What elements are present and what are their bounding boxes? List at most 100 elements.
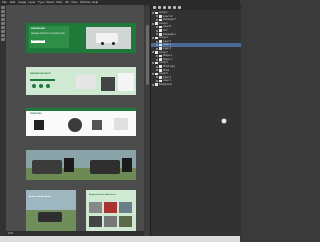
banner-artboard-3[interactable]: FEATURES	[26, 108, 136, 136]
eye-visibility-icon[interactable]	[152, 83, 154, 86]
layer-thumbnail	[155, 83, 158, 86]
layer-thumbnail	[159, 76, 162, 79]
crop-tool-icon[interactable]	[1, 18, 5, 21]
rack-photo	[101, 77, 115, 91]
eraser-tool-icon[interactable]	[1, 26, 5, 29]
layer-row[interactable]: Background	[151, 83, 241, 87]
layer-thumbnail	[155, 11, 158, 15]
new-layer-icon[interactable]	[173, 6, 176, 9]
eye-visibility-icon[interactable]	[156, 54, 158, 57]
eye-visibility-icon[interactable]	[156, 76, 158, 79]
mask-icon[interactable]	[168, 6, 171, 9]
eye-visibility-icon[interactable]	[156, 15, 158, 18]
banner-5-headline: Built to Go Anywhere	[29, 196, 52, 198]
eye-visibility-icon[interactable]	[156, 26, 158, 29]
zoom-tool-icon[interactable]	[1, 38, 5, 41]
layer-thumbnail	[159, 40, 162, 43]
bike-image	[122, 158, 132, 172]
eye-visibility-icon[interactable]	[156, 40, 158, 43]
brush-tool-icon[interactable]	[1, 22, 5, 25]
lasso-tool-icon[interactable]	[1, 14, 5, 17]
gallery-photo	[119, 202, 132, 213]
layer-thumbnail	[155, 36, 158, 40]
layer-thumbnail	[155, 61, 158, 65]
layer-thumbnail	[155, 72, 158, 76]
layer-thumbnail	[155, 51, 158, 54]
fx-icon[interactable]	[163, 6, 166, 9]
eye-visibility-icon[interactable]	[156, 65, 158, 68]
car-image	[96, 33, 118, 43]
car-wheel-icon	[101, 42, 104, 45]
banner-artboard-6[interactable]: Engineered for Adventure	[86, 190, 136, 232]
eye-visibility-icon[interactable]	[156, 33, 158, 36]
eye-visibility-icon[interactable]	[152, 11, 154, 14]
eye-visibility-icon[interactable]	[152, 22, 154, 25]
banner-2-headline: WINDBOUND RACK	[30, 73, 51, 75]
eye-visibility-icon[interactable]	[152, 62, 154, 65]
eye-visibility-icon[interactable]	[156, 18, 158, 21]
banner-1-cta: SHOP NOW	[31, 40, 46, 43]
banner-1-subline: RELIABLE SECURITY FOR EVERY RIDE	[31, 33, 65, 35]
layer-name: Background	[159, 82, 172, 86]
os-taskbar	[0, 236, 240, 242]
banner-artboard-5[interactable]: Built to Go Anywhere	[26, 190, 76, 232]
car-image	[38, 212, 62, 222]
document-canvas[interactable]: WINDBOUND RELIABLE SECURITY FOR EVERY RI…	[6, 5, 144, 236]
filter-icon[interactable]	[153, 6, 156, 9]
layer-thumbnail	[159, 43, 162, 47]
canvas-scrollbar[interactable]	[145, 5, 149, 236]
eye-visibility-icon[interactable]	[152, 72, 154, 75]
layer-thumbnail	[159, 54, 162, 58]
eye-visibility-icon[interactable]	[156, 29, 158, 32]
scrollbar-thumb[interactable]	[145, 25, 149, 85]
eye-visibility-icon[interactable]	[156, 44, 158, 47]
layers-panel-header	[151, 5, 241, 10]
layers-list: Group 1 Layer 12 Rectangle 3 Group 2 Layer 8…	[151, 11, 241, 233]
feature-icon	[46, 84, 50, 88]
hitch-product-image	[34, 120, 44, 130]
banner-artboard-1[interactable]: WINDBOUND RELIABLE SECURITY FOR EVERY RI…	[26, 23, 136, 53]
feature-icon	[32, 84, 36, 88]
gallery-photo	[89, 216, 102, 227]
banner-3-top-bar	[26, 108, 136, 111]
rack-photo	[76, 75, 96, 89]
wheel-image	[68, 118, 82, 132]
feature-icon	[39, 84, 43, 88]
layers-panel: Group 1 Layer 12 Rectangle 3 Group 2 Layer 8…	[150, 5, 241, 236]
banner-3-headline: FEATURES	[30, 113, 42, 115]
gallery-photo	[104, 216, 117, 227]
banner-2-underline	[30, 79, 55, 81]
layer-thumbnail	[159, 25, 162, 29]
rack-product-image	[114, 118, 128, 130]
marquee-tool-icon[interactable]	[1, 10, 5, 13]
rack-product-image	[118, 73, 134, 91]
hand-tool-icon[interactable]	[1, 34, 5, 37]
banner-artboard-2[interactable]: WINDBOUND RACK	[26, 67, 136, 95]
layer-thumbnail	[159, 15, 162, 18]
layer-thumbnail	[159, 65, 162, 68]
zoom-level: 25%	[8, 232, 14, 235]
banner-artboard-4[interactable]	[26, 150, 136, 180]
eye-visibility-icon[interactable]	[156, 69, 158, 72]
eye-visibility-icon[interactable]	[152, 36, 154, 39]
banner-1-headline: WINDBOUND	[31, 28, 45, 30]
layer-thumbnail	[155, 22, 158, 25]
eye-visibility-icon[interactable]	[156, 47, 158, 50]
bike-part-image	[92, 120, 102, 130]
move-tool-icon[interactable]	[1, 6, 5, 9]
trash-icon[interactable]	[178, 6, 181, 9]
gallery-photo	[104, 202, 117, 213]
gallery-photo	[119, 216, 132, 227]
eye-visibility-icon[interactable]	[152, 51, 154, 54]
gallery-photo	[89, 202, 102, 213]
eye-visibility-icon[interactable]	[156, 80, 158, 83]
car-image	[32, 160, 62, 174]
text-tool-icon[interactable]	[1, 30, 5, 33]
banner-6-headline: Engineered for Adventure	[89, 194, 116, 196]
layer-thumbnail	[159, 29, 162, 33]
car-wheel-icon	[112, 42, 115, 45]
bike-image	[64, 158, 74, 172]
mouse-cursor-icon	[221, 118, 227, 124]
eye-visibility-icon[interactable]	[156, 58, 158, 61]
lock-icon[interactable]	[158, 6, 161, 9]
